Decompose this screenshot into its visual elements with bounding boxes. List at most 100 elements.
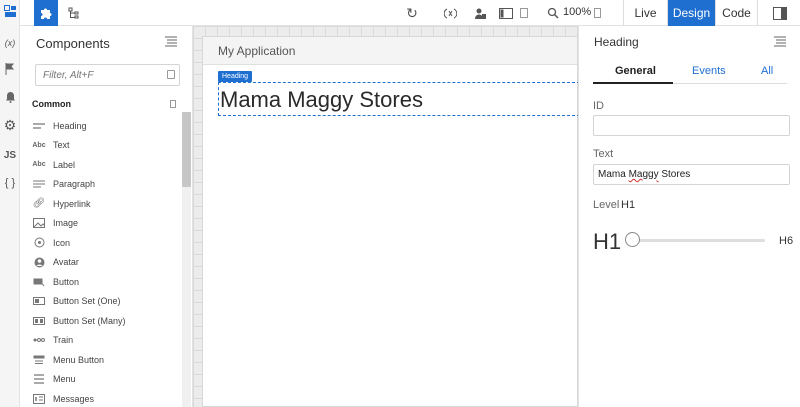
components-panel: Components Common Heading Abc Text Abc Label…	[20, 26, 193, 407]
bell-icon[interactable]	[3, 90, 17, 104]
zoom-dropdown-icon[interactable]	[594, 8, 601, 18]
component-item-label: Button	[53, 276, 80, 287]
component-item-icon[interactable]: Icon	[32, 233, 180, 253]
page-header: My Application	[203, 37, 577, 65]
app-logo-icon[interactable]	[3, 4, 17, 18]
image-icon	[32, 218, 46, 229]
properties-tabs: General Events All	[593, 60, 787, 84]
level-slider-track[interactable]	[626, 239, 765, 242]
mode-code-button[interactable]: Code	[715, 0, 758, 26]
button-set-one-icon	[32, 296, 46, 306]
avatar-icon	[32, 257, 46, 268]
top-toolbar: ↻ 100% Live Design Code	[20, 0, 800, 26]
structure-icon[interactable]	[66, 5, 82, 21]
slider-max-label: H6	[779, 235, 794, 247]
messages-icon	[32, 393, 46, 404]
component-item-label: Train	[53, 335, 74, 346]
tab-all[interactable]: All	[761, 65, 773, 77]
level-slider-thumb[interactable]	[625, 232, 640, 247]
component-item-label: Heading	[53, 120, 87, 131]
activity-rail: (x) ⚙ JS { }	[0, 0, 20, 407]
components-toggle-button[interactable]	[34, 0, 58, 26]
train-icon	[32, 335, 46, 345]
hamburger-menu-icon[interactable]	[165, 35, 177, 47]
javascript-icon[interactable]: JS	[3, 148, 17, 162]
component-item-label[interactable]: Abc Label	[32, 155, 180, 175]
icon-icon	[32, 237, 46, 248]
component-item-button[interactable]: Button	[32, 272, 180, 292]
component-item-label: Paragraph	[53, 179, 96, 190]
component-item-heading[interactable]: Heading	[32, 116, 180, 136]
hamburger-menu-icon[interactable]	[774, 35, 786, 47]
zoom-search-icon[interactable]	[545, 5, 561, 21]
properties-title: Heading	[594, 35, 639, 49]
mode-live-button[interactable]: Live	[623, 0, 667, 26]
component-item-messages[interactable]: Messages	[32, 389, 180, 407]
heading-component[interactable]: Mama Maggy Stores	[220, 87, 423, 113]
component-item-text[interactable]: Abc Text	[32, 136, 180, 156]
puzzle-icon	[41, 8, 52, 19]
device-frame-icon[interactable]	[498, 5, 514, 21]
active-tab-indicator	[593, 82, 673, 84]
section-collapse-icon[interactable]	[170, 100, 176, 108]
component-item-label: Messages	[53, 393, 95, 404]
component-item-hyperlink[interactable]: 🔗︎ Hyperlink	[32, 194, 180, 214]
flag-icon[interactable]	[3, 62, 17, 76]
component-item-label: Button Set (Many)	[53, 315, 126, 326]
component-item-label: Hyperlink	[53, 198, 91, 209]
plugin-disconnect-icon[interactable]	[442, 5, 458, 21]
heading-icon	[32, 121, 46, 131]
variables-icon[interactable]: (x)	[3, 36, 17, 50]
zoom-level[interactable]: 100%	[563, 6, 591, 18]
text-field[interactable]: Mama Maggy Stores	[593, 164, 790, 185]
filter-clear-icon[interactable]	[167, 70, 175, 79]
page-title: My Application	[218, 44, 296, 58]
slider-min-label: H1	[593, 229, 622, 254]
spellcheck-word: Maggy	[628, 169, 659, 180]
paragraph-icon	[32, 179, 46, 189]
menu-button-icon	[32, 355, 46, 365]
component-list: Heading Abc Text Abc Label Paragraph 🔗︎ Hyperli…	[32, 116, 180, 407]
section-header-common[interactable]: Common	[32, 99, 71, 109]
level-label: Level	[593, 199, 620, 211]
component-item-label: Image	[53, 218, 79, 229]
menu-icon	[32, 374, 46, 384]
properties-panel: Heading General Events All ID Text Mama …	[578, 26, 800, 407]
component-item-menu-button[interactable]: Menu Button	[32, 350, 180, 370]
component-item-button-set-one[interactable]: Button Set (One)	[32, 292, 180, 312]
component-filter-input[interactable]	[35, 64, 180, 86]
tab-events[interactable]: Events	[692, 65, 726, 77]
selection-tag[interactable]: Heading	[218, 71, 253, 82]
properties-panel-toggle-icon[interactable]	[772, 5, 788, 21]
braces-icon[interactable]: { }	[3, 176, 17, 190]
label-icon: Abc	[32, 161, 46, 169]
component-item-label: Menu	[53, 374, 76, 385]
gear-icon[interactable]: ⚙	[3, 117, 17, 133]
component-item-menu[interactable]: Menu	[32, 370, 180, 390]
id-field[interactable]	[593, 115, 790, 136]
user-role-icon[interactable]	[472, 5, 488, 21]
component-item-image[interactable]: Image	[32, 214, 180, 234]
mode-design-button[interactable]: Design	[667, 0, 715, 26]
component-item-train[interactable]: Train	[32, 331, 180, 351]
refresh-icon[interactable]: ↻	[404, 5, 420, 21]
component-item-label: Button Set (One)	[53, 296, 121, 307]
text-field-value-start: Mama	[598, 169, 629, 180]
component-item-paragraph[interactable]: Paragraph	[32, 175, 180, 195]
component-item-label: Avatar	[53, 257, 79, 268]
scrollbar-thumb[interactable]	[182, 112, 191, 187]
button-icon	[32, 277, 46, 287]
id-label: ID	[593, 100, 604, 112]
components-title: Components	[36, 36, 110, 51]
text-label: Text	[593, 148, 614, 160]
component-item-label: Menu Button	[53, 354, 105, 365]
level-value: H1	[621, 199, 636, 211]
app-page[interactable]: My Application Heading Mama Maggy Stores	[202, 36, 580, 407]
component-item-button-set-many[interactable]: Button Set (Many)	[32, 311, 180, 331]
link-icon: 🔗︎	[32, 198, 46, 210]
device-dropdown-icon[interactable]	[520, 8, 528, 18]
component-item-label: Text	[53, 140, 70, 151]
design-canvas[interactable]: My Application Heading Mama Maggy Stores	[193, 26, 580, 407]
tab-general[interactable]: General	[615, 65, 656, 77]
component-item-avatar[interactable]: Avatar	[32, 253, 180, 273]
